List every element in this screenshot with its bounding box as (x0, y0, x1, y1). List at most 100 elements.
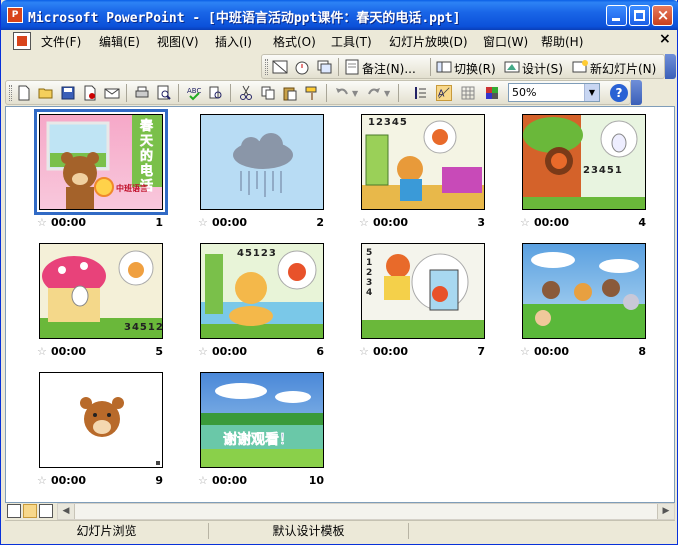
redo-dropdown-icon[interactable]: ▼ (384, 89, 390, 98)
email-icon[interactable] (104, 85, 120, 101)
undo-dropdown-icon[interactable]: ▼ (352, 89, 358, 98)
menu-format[interactable]: 格式(O) (273, 33, 316, 50)
transition-star-icon[interactable]: ☆ (359, 216, 369, 229)
design-icon[interactable] (504, 59, 520, 75)
slide-thumbnail-1[interactable]: 春天的电话 中班语言 (34, 109, 168, 215)
chevron-down-icon[interactable]: ▼ (584, 84, 599, 101)
new-document-icon[interactable] (16, 85, 32, 101)
slide-thumbnail-6[interactable]: 45123 (200, 243, 324, 339)
scroll-left-icon[interactable]: ◀ (58, 504, 75, 519)
transition-star-icon[interactable]: ☆ (198, 345, 208, 358)
spelling-icon[interactable]: ABC (186, 85, 202, 101)
transition-icon[interactable] (436, 59, 452, 75)
copy-icon[interactable] (260, 85, 276, 101)
slide-thumbnail-4[interactable]: 23451 (522, 114, 646, 210)
scroll-right-icon[interactable]: ▶ (657, 504, 674, 519)
speaker-notes-icon[interactable] (344, 59, 360, 75)
menu-insert[interactable]: 插入(I) (215, 33, 252, 50)
toolbar-options-chevron[interactable] (631, 80, 642, 105)
slide-timing: 00:00 (534, 216, 570, 229)
transition-star-icon[interactable]: ☆ (520, 345, 530, 358)
slide-4-artwork (523, 115, 645, 209)
slide-5-digits: 34512 (124, 322, 163, 333)
slide-number: 7 (477, 345, 485, 358)
toolbar-grip[interactable] (9, 85, 12, 101)
menu-help[interactable]: 帮助(H) (541, 33, 583, 50)
toolbar-separator (398, 84, 399, 102)
maximize-button[interactable] (629, 5, 650, 26)
zoom-select[interactable]: 50% ▼ (508, 83, 600, 102)
slide-thumbnail-2[interactable] (200, 114, 324, 210)
transition-star-icon[interactable]: ☆ (37, 474, 47, 487)
formatting-toggle-icon[interactable]: A (436, 85, 452, 101)
slide-info-1: ☆ 00:00 1 (37, 216, 167, 230)
transition-star-icon[interactable]: ☆ (198, 474, 208, 487)
slide-3-artwork (362, 120, 484, 209)
title-bar[interactable]: P Microsoft PowerPoint - [中班语言活动ppt课件：春天… (1, 0, 678, 30)
paste-icon[interactable] (282, 85, 298, 101)
slide-info-7: ☆ 00:00 7 (359, 345, 489, 359)
menu-edit[interactable]: 编辑(E) (99, 33, 140, 50)
transition-button[interactable]: 切换(R) (454, 60, 496, 77)
slide-number: 3 (477, 216, 485, 229)
slide-thumbnail-8[interactable] (522, 243, 646, 339)
summary-slide-icon[interactable] (316, 59, 332, 75)
slide-thumbnail-10[interactable]: 谢谢观看！ (200, 372, 324, 468)
hide-slide-icon[interactable] (272, 59, 288, 75)
slide-sorter-toolbar: 备注(N)... 切换(R) 设计(S) 新幻灯片(N) (261, 54, 665, 79)
toolbar-separator (326, 84, 327, 102)
notes-button[interactable]: 备注(N)... (362, 60, 416, 77)
powerpoint-app-icon[interactable]: P (7, 7, 23, 23)
transition-star-icon[interactable]: ☆ (520, 216, 530, 229)
document-close-button[interactable]: × (659, 31, 671, 47)
menu-tools[interactable]: 工具(T) (331, 33, 372, 50)
new-slide-icon[interactable] (572, 59, 588, 75)
rehearse-timings-icon[interactable] (294, 59, 310, 75)
normal-view-icon[interactable] (7, 504, 21, 518)
menu-bar: 文件(F) 编辑(E) 视图(V) 插入(I) 格式(O) 工具(T) 幻灯片放… (5, 30, 677, 52)
slide-number: 5 (155, 345, 163, 358)
research-icon[interactable] (208, 85, 224, 101)
slide-sorter-view-icon[interactable] (23, 504, 37, 518)
status-template-name: 默认设计模板 (209, 523, 409, 539)
slide-info-4: ☆ 00:00 4 (520, 216, 650, 230)
cut-icon[interactable] (238, 85, 254, 101)
color-grayscale-icon[interactable] (484, 85, 500, 101)
new-slide-button[interactable]: 新幻灯片(N) (590, 60, 656, 77)
format-painter-icon[interactable] (304, 85, 320, 101)
toolbar-grip[interactable] (265, 59, 268, 75)
print-preview-icon[interactable] (156, 85, 172, 101)
print-icon[interactable] (134, 85, 150, 101)
slide-number: 4 (638, 216, 646, 229)
slideshow-view-icon[interactable] (39, 504, 53, 518)
grid-icon[interactable] (460, 85, 476, 101)
toolbar-options-chevron[interactable] (665, 54, 676, 79)
permission-icon[interactable] (82, 85, 98, 101)
slide-3-digits: 12345 (368, 117, 408, 128)
slide-thumbnail-7[interactable]: 51234 (361, 243, 485, 339)
slide-thumbnail-9[interactable] (39, 372, 163, 468)
transition-star-icon[interactable]: ☆ (37, 345, 47, 358)
undo-icon[interactable] (334, 85, 350, 101)
transition-star-icon[interactable]: ☆ (359, 345, 369, 358)
horizontal-scrollbar[interactable]: ◀ ▶ (57, 503, 675, 520)
document-icon[interactable] (13, 32, 31, 50)
slide-thumbnail-5[interactable]: 34512 (39, 243, 163, 339)
slide-number: 9 (155, 474, 163, 487)
design-button[interactable]: 设计(S) (522, 60, 563, 77)
expand-all-icon[interactable] (412, 85, 428, 101)
menu-window[interactable]: 窗口(W) (483, 33, 528, 50)
menu-view[interactable]: 视图(V) (157, 33, 199, 50)
transition-star-icon[interactable]: ☆ (37, 216, 47, 229)
slide-thumbnail-3[interactable]: 12345 (361, 114, 485, 210)
slide-6-digits: 45123 (237, 248, 277, 259)
redo-icon[interactable] (366, 85, 382, 101)
transition-star-icon[interactable]: ☆ (198, 216, 208, 229)
open-folder-icon[interactable] (38, 85, 54, 101)
minimize-button[interactable] (606, 5, 627, 26)
menu-slideshow[interactable]: 幻灯片放映(D) (389, 33, 468, 50)
save-icon[interactable] (60, 85, 76, 101)
help-icon[interactable]: ? (610, 84, 628, 102)
menu-file[interactable]: 文件(F) (41, 33, 81, 50)
close-button[interactable]: × (652, 5, 673, 26)
